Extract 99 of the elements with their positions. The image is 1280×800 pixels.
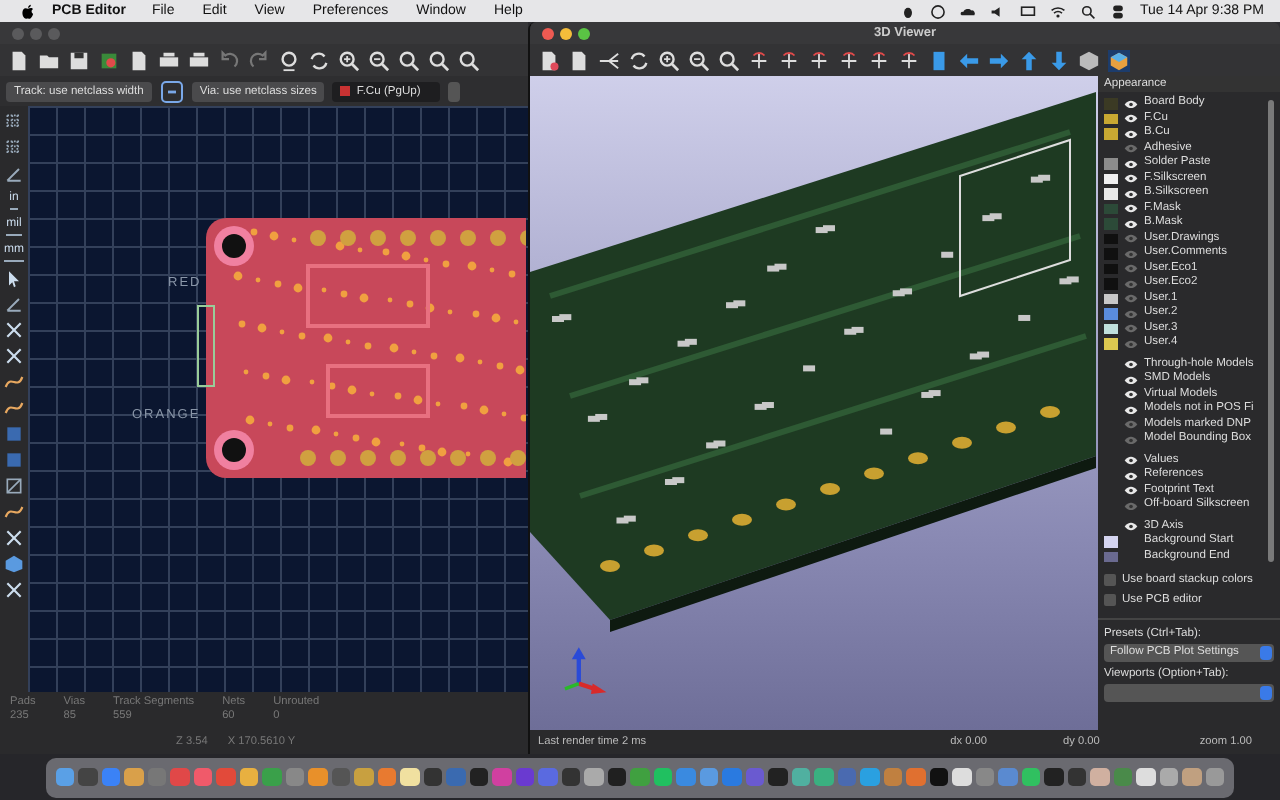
zoom-in-icon[interactable] [658, 49, 680, 71]
toggle-icon[interactable] [1110, 3, 1126, 19]
curve-icon[interactable] [4, 502, 24, 522]
layer-color-swatch[interactable] [1104, 233, 1118, 244]
eye-icon[interactable] [1124, 99, 1138, 108]
window-close-button[interactable] [542, 27, 554, 39]
axis-icon [558, 642, 610, 694]
wifi-icon[interactable] [1050, 3, 1066, 19]
cursor-icon[interactable] [4, 268, 24, 288]
angle-icon[interactable] [4, 294, 24, 314]
eye-icon[interactable] [1124, 390, 1138, 399]
rotate-axis-icon[interactable] [748, 49, 770, 71]
zoom-out-icon[interactable] [368, 49, 390, 71]
rotate-axis-icon[interactable] [898, 49, 920, 71]
updown-icon [1260, 686, 1272, 700]
checkbox[interactable] [1104, 594, 1116, 606]
document-icon[interactable] [8, 49, 30, 71]
display-icon[interactable] [1020, 3, 1036, 19]
rotate-axis-icon[interactable] [808, 49, 830, 71]
scrollbar[interactable] [1268, 100, 1274, 562]
eye-icon[interactable] [1124, 456, 1138, 465]
layer-color-swatch[interactable] [1104, 308, 1118, 319]
grid-icon[interactable] [4, 476, 24, 496]
eye-icon[interactable] [1124, 522, 1138, 531]
document-icon[interactable] [128, 49, 150, 71]
apple-icon[interactable] [20, 3, 36, 19]
layer-color-swatch[interactable] [1104, 128, 1118, 139]
rotate-axis-icon[interactable] [778, 49, 800, 71]
magnifier-icon[interactable] [428, 49, 450, 71]
updown-icon [1260, 646, 1272, 660]
layer-color-swatch [340, 86, 351, 96]
cloud-icon[interactable] [960, 3, 976, 19]
grid-icon[interactable] [4, 112, 24, 132]
cube-icon[interactable] [4, 554, 24, 574]
cross-icon[interactable] [4, 580, 24, 600]
layer-color-swatch[interactable] [1104, 536, 1118, 547]
circuit-board-icon[interactable] [98, 49, 120, 71]
eye-icon[interactable] [1124, 360, 1138, 369]
cross-icon[interactable] [4, 320, 24, 340]
page-icon[interactable] [928, 49, 950, 71]
layer-color-swatch[interactable] [1104, 218, 1118, 229]
document-icon[interactable] [538, 49, 560, 71]
network-icon[interactable] [598, 49, 620, 71]
save-icon[interactable] [68, 49, 90, 71]
zoom-in-icon[interactable] [338, 49, 360, 71]
checkbox[interactable] [1104, 574, 1116, 586]
printer-icon[interactable] [158, 49, 180, 71]
refresh-icon[interactable] [628, 49, 650, 71]
layer-color-swatch[interactable] [1104, 323, 1118, 334]
viewports-dropdown[interactable] [1104, 684, 1274, 702]
eye-icon[interactable] [1124, 204, 1138, 213]
document-icon[interactable] [568, 49, 590, 71]
redo-icon[interactable] [248, 49, 270, 71]
arrow-down-icon[interactable] [1048, 49, 1070, 71]
layer-color-swatch[interactable] [1104, 173, 1118, 184]
cross-icon[interactable] [4, 346, 24, 366]
cube-icon[interactable] [1108, 49, 1130, 71]
rotate-axis-icon[interactable] [838, 49, 860, 71]
window-zoom-button[interactable] [578, 27, 590, 39]
eye-icon[interactable] [1124, 189, 1138, 198]
eye-icon[interactable] [1124, 219, 1138, 228]
magnifier-icon[interactable] [398, 49, 420, 71]
dropdown-button[interactable] [448, 81, 461, 101]
layer-color-swatch[interactable] [1104, 248, 1118, 259]
eye-icon[interactable] [1124, 486, 1138, 495]
layer-color-swatch[interactable] [1104, 203, 1118, 214]
zoom-out-icon[interactable] [688, 49, 710, 71]
layer-color-swatch[interactable] [1104, 113, 1118, 124]
cube-icon[interactable] [1078, 49, 1100, 71]
magnifier-icon[interactable] [458, 49, 480, 71]
arrow-left-icon[interactable] [958, 49, 980, 71]
eye-icon[interactable] [1124, 129, 1138, 138]
arrow-right-icon[interactable] [988, 49, 1010, 71]
window-minimize-button[interactable] [560, 27, 572, 39]
via-icon[interactable] [159, 79, 184, 103]
layer-color-swatch[interactable] [1104, 188, 1118, 199]
3d-view-canvas[interactable] [530, 76, 1098, 730]
eye-icon[interactable] [1124, 375, 1138, 384]
cross-icon[interactable] [4, 528, 24, 548]
layer-color-swatch[interactable] [1104, 158, 1118, 169]
eye-icon[interactable] [1124, 174, 1138, 183]
window-close-button[interactable] [12, 27, 24, 39]
eye-icon[interactable] [1124, 114, 1138, 123]
layer-color-swatch[interactable] [1104, 338, 1118, 349]
magnifier-icon[interactable] [718, 49, 740, 71]
eye-icon[interactable] [1124, 405, 1138, 414]
arrow-up-icon[interactable] [1018, 49, 1040, 71]
refresh-icon[interactable] [308, 49, 330, 71]
layer-color-swatch[interactable] [1104, 293, 1118, 304]
layer-color-swatch[interactable] [1104, 551, 1118, 562]
layer-color-swatch[interactable] [1104, 263, 1118, 274]
undo-icon[interactable] [218, 49, 240, 71]
grid-icon[interactable] [4, 138, 24, 158]
eye-icon[interactable] [1124, 159, 1138, 168]
angle-icon[interactable] [4, 164, 24, 184]
layer-color-swatch[interactable] [1104, 278, 1118, 289]
eye-icon[interactable] [1124, 471, 1138, 480]
printer-icon[interactable] [188, 49, 210, 71]
rotate-axis-icon[interactable] [868, 49, 890, 71]
